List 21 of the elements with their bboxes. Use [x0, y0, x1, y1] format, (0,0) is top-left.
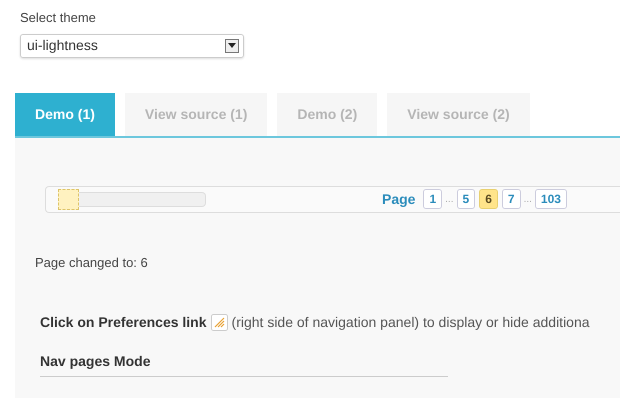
ellipsis: ... — [524, 192, 532, 206]
slider-handle[interactable] — [58, 188, 79, 210]
page-button[interactable]: 6 — [479, 189, 498, 209]
section-title: Nav pages Mode — [40, 351, 448, 377]
slider-track[interactable] — [79, 192, 206, 206]
hint-text: (right side of navigation panel) to display or hide additiona — [232, 313, 590, 332]
tab[interactable]: View source (1) — [124, 92, 268, 136]
status-text: Page changed to: 6 — [35, 254, 149, 272]
hint-label: Click on Preferences link — [40, 313, 207, 332]
preferences-icon[interactable] — [210, 314, 228, 331]
tab[interactable]: Demo (2) — [277, 92, 378, 136]
page-button[interactable]: 5 — [456, 189, 476, 209]
tab[interactable]: Demo (1) — [15, 92, 115, 136]
ellipsis: ... — [445, 192, 454, 206]
page-button[interactable]: 103 — [534, 189, 567, 209]
pager-label: Page — [382, 190, 416, 209]
theme-select[interactable]: ui-lightness — [20, 34, 244, 58]
page-button[interactable]: 7 — [502, 189, 521, 209]
field-label: Select theme — [20, 9, 97, 27]
page-button[interactable]: 1 — [423, 189, 442, 209]
tab[interactable]: View source (2) — [387, 92, 530, 136]
